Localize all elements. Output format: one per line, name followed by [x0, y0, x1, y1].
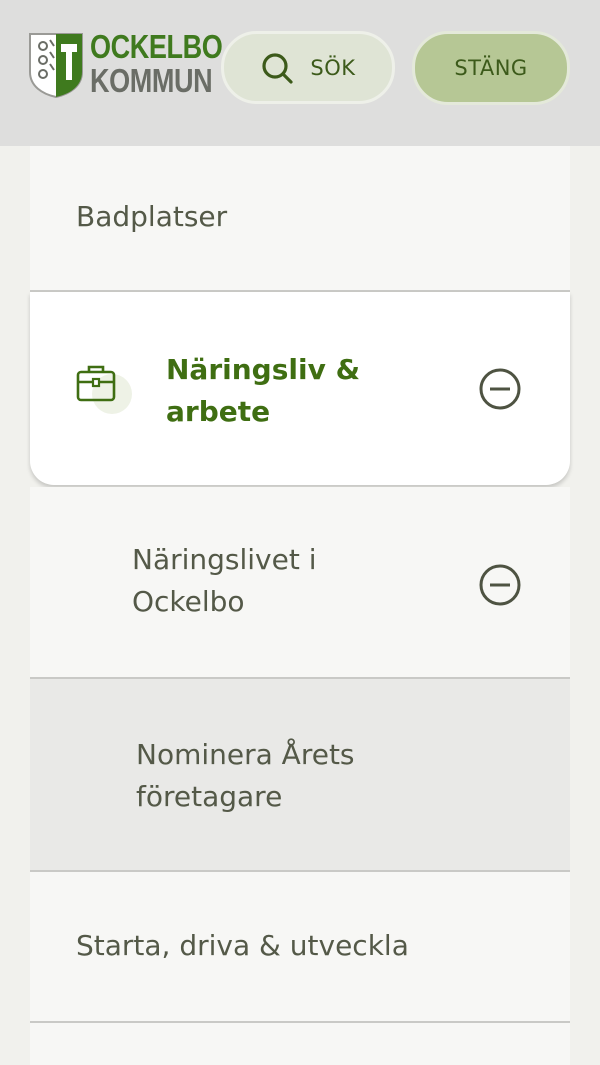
logo-text-kommun: KOMMUN — [90, 62, 213, 99]
site-header: OCKELBO KOMMUN SÖK STÄNG — [0, 0, 600, 146]
close-button-label: STÄNG — [454, 56, 528, 80]
menu-item-label: Näringslivet i Ockelbo — [132, 543, 317, 618]
menu-item-naringslivet-i-ockelbo[interactable]: Näringslivet i Ockelbo — [30, 487, 570, 679]
minus-circle-icon[interactable] — [478, 367, 522, 411]
menu-item-next[interactable] — [30, 1023, 570, 1065]
menu-item-label: Nominera Årets företagare — [136, 738, 355, 813]
close-menu-button[interactable]: STÄNG — [412, 31, 570, 105]
search-button[interactable]: SÖK — [221, 31, 395, 104]
briefcase-icon — [76, 365, 132, 414]
menu-item-starta-driva-utveckla[interactable]: Starta, driva & utveckla — [30, 872, 570, 1023]
logo-text-ockelbo: OCKELBO — [90, 28, 223, 65]
menu-item-label: Näringsliv & arbete — [166, 353, 360, 428]
menu-item-label: Starta, driva & utveckla — [76, 929, 409, 962]
menu-item-label: Badplatser — [76, 200, 228, 233]
minus-circle-icon[interactable] — [478, 563, 522, 607]
search-button-label: SÖK — [310, 55, 356, 80]
search-icon — [262, 52, 294, 84]
ockelbo-kommun-logo[interactable]: OCKELBO KOMMUN — [28, 28, 223, 100]
menu-item-nominera-arets-foretagare[interactable]: Nominera Årets företagare — [30, 679, 570, 872]
navigation-menu: Badplatser Näringsliv & arbete Näringsli… — [30, 146, 570, 1065]
coat-of-arms-icon — [29, 33, 83, 98]
menu-item-badplatser[interactable]: Badplatser — [30, 146, 570, 292]
menu-item-naringsliv-arbete[interactable]: Näringsliv & arbete — [30, 292, 570, 485]
